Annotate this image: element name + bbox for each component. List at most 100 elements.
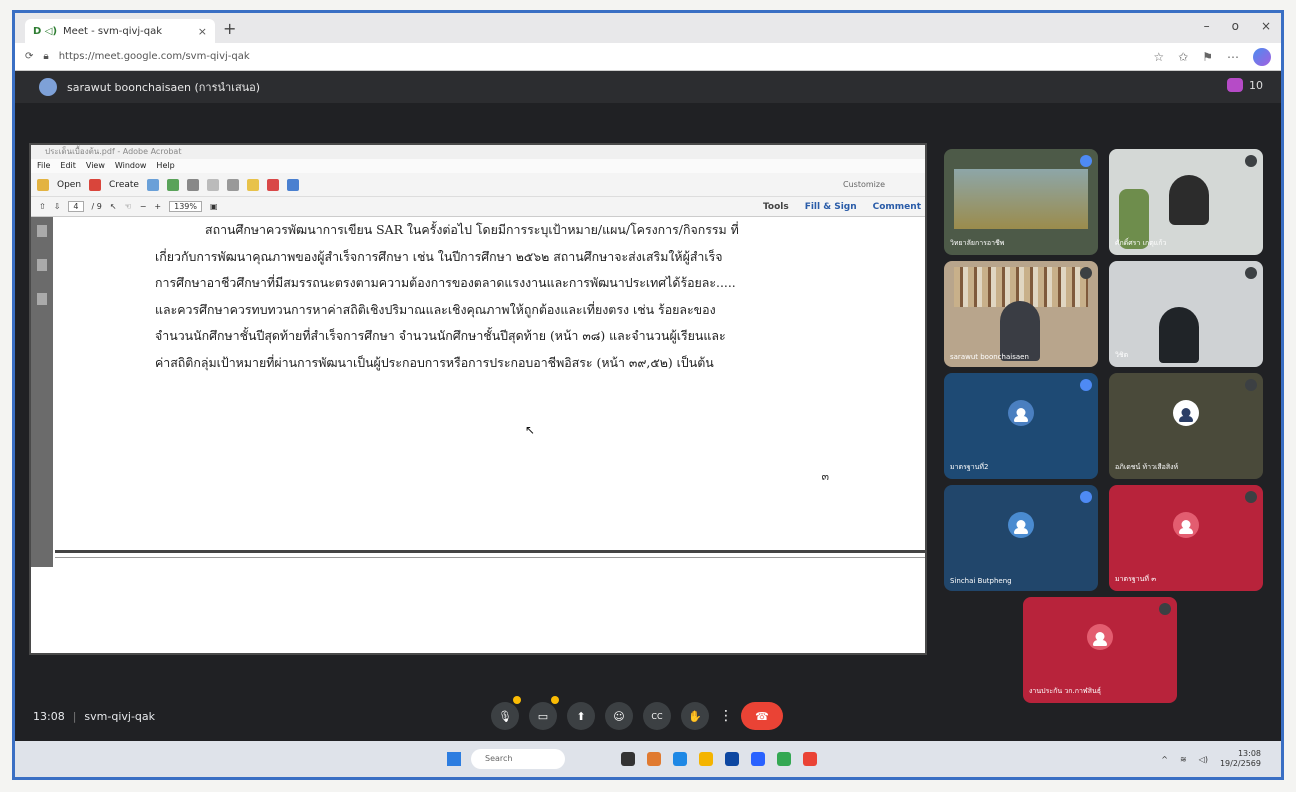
menu-icon[interactable]: ⋯ [1227, 50, 1239, 64]
mic-button[interactable]: 🎙 [491, 696, 521, 730]
open-button[interactable]: Open [57, 180, 81, 190]
captions-button[interactable]: CC [643, 702, 671, 730]
store-icon[interactable] [725, 752, 739, 766]
participant-name: วิทยาลัยการอาชีพ [950, 239, 1005, 247]
fill-sign-link[interactable]: Fill & Sign [805, 202, 857, 212]
create-button[interactable]: Create [109, 180, 139, 190]
participant-tile-3[interactable]: sarawut boonchaisaen [944, 261, 1098, 367]
menu-help[interactable]: Help [156, 159, 174, 173]
video-feed [954, 169, 1088, 229]
print-icon[interactable] [186, 178, 199, 191]
menu-file[interactable]: File [37, 159, 50, 173]
participant-count: 10 [1249, 78, 1263, 92]
participant-tile-6[interactable]: อภิเดชน์ ท้าวเสือสิงห์ [1109, 373, 1263, 479]
avatar [1173, 400, 1199, 427]
upload-icon[interactable] [146, 178, 159, 191]
participant-tile-2[interactable]: ศักดิ์ศรา เกตุแก้ว [1109, 149, 1263, 255]
tools-link[interactable]: Tools [763, 202, 789, 212]
new-tab-button[interactable]: + [223, 19, 236, 38]
tray-clock[interactable]: 13:08 19/2/2569 [1220, 749, 1261, 769]
browser-tabbar: D ◁) Meet - svm-qivj-qak × + – o × [15, 13, 1281, 43]
next-page-icon[interactable]: ⇩ [54, 202, 61, 211]
close-window-button[interactable]: × [1261, 19, 1271, 33]
participant-name: อภิเดชน์ ท้าวเสือสิงห์ [1115, 463, 1179, 471]
end-call-button[interactable]: ☎ [741, 702, 783, 730]
acrobat-toolbar: Open Create Customize [31, 173, 925, 197]
prev-page-icon[interactable]: ⇧ [39, 202, 46, 211]
menu-edit[interactable]: Edit [60, 159, 76, 173]
browser-tab[interactable]: D ◁) Meet - svm-qivj-qak × [25, 19, 215, 43]
page-total: / 9 [91, 202, 102, 211]
wifi-icon[interactable]: ≋ [1180, 755, 1187, 764]
raise-hand-button[interactable]: ✋ [681, 702, 709, 730]
acrobat-title: ประเด็นเบื้องต้น.pdf - Adobe Acrobat [31, 145, 925, 159]
taskbar-search[interactable]: Search [471, 749, 565, 769]
app-icon[interactable] [647, 752, 661, 766]
app-icon[interactable] [621, 752, 635, 766]
extensions-icon[interactable]: ⚑ [1202, 50, 1213, 64]
profile-icon[interactable] [1253, 47, 1271, 66]
participant-name: มาตรฐานที่ ๓ [1115, 575, 1157, 583]
lock-icon[interactable]: 🔒︎ [43, 51, 48, 62]
camera-button[interactable]: ▭ [529, 696, 559, 730]
avatar [1087, 624, 1113, 651]
star-icon[interactable]: ☆ [1153, 50, 1164, 64]
warning-badge [551, 696, 559, 704]
participant-tile-1[interactable]: วิทยาลัยการอาชีพ [944, 149, 1098, 255]
reload-icon[interactable]: ⟳ [25, 51, 33, 62]
zoom-out-icon[interactable]: − [140, 202, 147, 211]
presenter-bar: sarawut boonchaisaen (การนำเสนอ) 10 [15, 71, 1281, 103]
mail-icon[interactable] [226, 178, 239, 191]
mic-off-icon [1245, 155, 1257, 167]
save-icon[interactable] [166, 178, 179, 191]
attachment-icon[interactable] [37, 293, 47, 305]
present-button[interactable]: ⬆ [567, 702, 595, 730]
comment-icon[interactable] [246, 178, 259, 191]
page-input[interactable]: 4 [68, 201, 84, 212]
chrome-icon[interactable] [803, 752, 817, 766]
edge-icon[interactable] [673, 752, 687, 766]
favorites-icon[interactable]: ✩ [1178, 50, 1188, 64]
document-area: สถานศึกษาควรพัฒนาการเขียน SAR ในครั้งต่อ… [31, 217, 925, 653]
volume-icon[interactable]: ◁) [1199, 755, 1208, 764]
fit-page-icon[interactable]: ▣ [210, 202, 218, 211]
windows-start-icon[interactable] [447, 752, 461, 766]
participants-button[interactable]: 10 [1227, 78, 1263, 92]
edit-icon[interactable] [206, 178, 219, 191]
maximize-button[interactable]: o [1232, 19, 1239, 33]
combine-icon[interactable] [286, 178, 299, 191]
bookmark-icon[interactable] [37, 259, 47, 271]
menu-view[interactable]: View [86, 159, 105, 173]
participant-tile-9[interactable]: งานประกัน วก.กาฬสินธุ์ [1023, 597, 1177, 703]
zoom-in-icon[interactable]: + [154, 202, 161, 211]
camera-icon: ▭ [537, 709, 549, 723]
meet-icon[interactable] [777, 752, 791, 766]
emoji-button[interactable]: ☺ [605, 702, 633, 730]
menu-window[interactable]: Window [115, 159, 147, 173]
acrobat-task-links: Tools Fill & Sign Comment [763, 202, 921, 212]
more-options-button[interactable]: ⋮ [719, 708, 733, 724]
minimize-button[interactable]: – [1204, 19, 1210, 33]
tab-close-icon[interactable]: × [198, 25, 207, 38]
select-tool-icon[interactable]: ↖ [110, 202, 117, 211]
avatar [1008, 512, 1034, 539]
pages-icon[interactable] [37, 225, 47, 237]
tab-icons: D ◁) [33, 25, 58, 37]
avatar [1008, 400, 1034, 427]
customize-button[interactable]: Customize [843, 180, 885, 189]
zoom-input[interactable]: 139% [169, 201, 202, 212]
chevron-up-icon[interactable]: ^ [1161, 755, 1168, 764]
url-field[interactable]: https://meet.google.com/svm-qivj-qak [59, 51, 250, 62]
address-bar: ⟳ 🔒︎ https://meet.google.com/svm-qivj-qa… [15, 43, 1281, 71]
app-icon[interactable] [751, 752, 765, 766]
participant-tile-4[interactable]: วิชิต [1109, 261, 1263, 367]
mic-off-icon [1245, 379, 1257, 391]
pdf-icon[interactable] [266, 178, 279, 191]
comment-link[interactable]: Comment [873, 202, 921, 212]
participant-tile-7[interactable]: Sinchai Butpheng [944, 485, 1098, 591]
hand-tool-icon[interactable]: ☜ [125, 202, 132, 211]
navigation-rail [31, 217, 53, 567]
folder-icon[interactable] [699, 752, 713, 766]
participant-tile-5[interactable]: มาตรฐานที่2 [944, 373, 1098, 479]
participant-tile-8[interactable]: มาตรฐานที่ ๓ [1109, 485, 1263, 591]
